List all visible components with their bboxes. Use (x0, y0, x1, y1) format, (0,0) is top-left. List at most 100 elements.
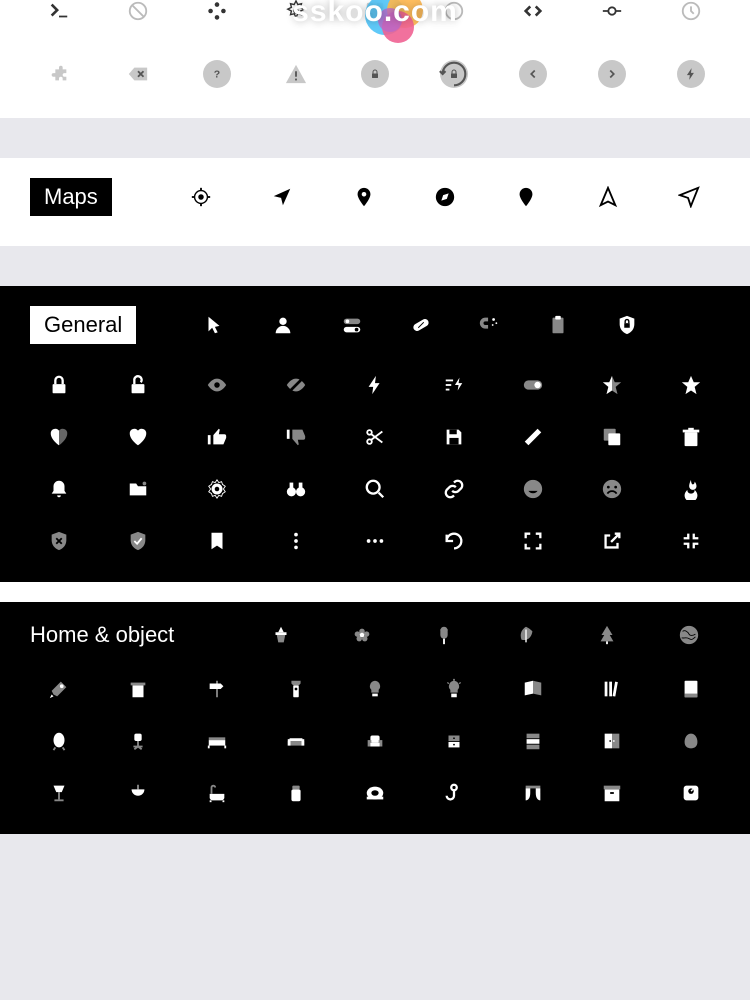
dots-diamond-icon (206, 0, 228, 22)
extension-icon (48, 63, 70, 85)
lightbulb-on-icon (443, 678, 465, 700)
tulip-icon (433, 624, 455, 646)
near-me-icon (271, 186, 293, 208)
dresser-icon (522, 730, 544, 752)
fire-icon (680, 478, 702, 500)
chevron-left-icon (519, 60, 547, 88)
ceiling-lamp-icon (127, 782, 149, 804)
rocket-icon (48, 678, 70, 700)
eye-off-icon (285, 374, 307, 396)
gear-icon (206, 478, 228, 500)
slider-node-icon (601, 0, 623, 22)
unlock-icon (127, 374, 149, 396)
office-chair-icon (127, 730, 149, 752)
save-icon (443, 426, 465, 448)
history-icon (680, 0, 702, 22)
armchair-icon (364, 730, 386, 752)
user-icon (272, 314, 294, 336)
warning-icon (285, 63, 307, 85)
bookmark-icon (206, 530, 228, 552)
signpost-icon (206, 678, 228, 700)
cabinet-small-icon (443, 730, 465, 752)
book-icon (680, 678, 702, 700)
backspace-icon (127, 63, 149, 85)
shield-x-icon (48, 530, 70, 552)
jar-icon (285, 782, 307, 804)
lock-circle-icon (361, 60, 389, 88)
toggle-on-icon (522, 374, 544, 396)
minimize-icon (680, 530, 702, 552)
home-label: Home & object (30, 622, 174, 648)
leaf-icon (515, 624, 537, 646)
copy-icon (601, 426, 623, 448)
pin-solid-icon (515, 186, 537, 208)
shield-check-icon (127, 530, 149, 552)
flash-list-icon (443, 374, 465, 396)
external-link-icon (601, 530, 623, 552)
flash-circle-icon (677, 60, 705, 88)
curtain-icon (522, 782, 544, 804)
scale-icon (680, 782, 702, 804)
link-icon (443, 478, 465, 500)
pill-icon (410, 314, 432, 336)
help-icon: ? (203, 60, 231, 88)
lock-icon (48, 374, 70, 396)
blob-shape-icon (680, 730, 702, 752)
block-circle-icon (127, 0, 149, 22)
bathtub-icon (206, 782, 228, 804)
sofa-icon (285, 730, 307, 752)
bell-icon (48, 478, 70, 500)
maps-label: Maps (30, 178, 112, 216)
flash-icon (364, 374, 386, 396)
open-book-icon (522, 678, 544, 700)
code-icon (522, 0, 544, 22)
maximize-icon (522, 530, 544, 552)
star-icon (680, 374, 702, 396)
flashlight-icon (285, 678, 307, 700)
binoculars-icon (285, 478, 307, 500)
lamp-icon (48, 782, 70, 804)
edit-icon (522, 426, 544, 448)
toggles-icon (341, 314, 363, 336)
general-label: General (30, 306, 136, 344)
watermark-text: sskoo.com (292, 0, 458, 29)
egg-chair-icon (48, 730, 70, 752)
tape-icon (364, 782, 386, 804)
bed-icon (206, 730, 228, 752)
more-vertical-icon (285, 530, 307, 552)
svg-text:?: ? (214, 69, 220, 81)
heart-icon (127, 426, 149, 448)
folder-icon (127, 478, 149, 500)
heart-half-icon (48, 426, 70, 448)
eye-icon (206, 374, 228, 396)
compass-icon (434, 186, 456, 208)
navigation-outline-icon (597, 186, 619, 208)
scissors-icon (364, 426, 386, 448)
door-icon (601, 730, 623, 752)
send-icon (678, 186, 700, 208)
refresh-icon (443, 530, 465, 552)
hook-icon (443, 782, 465, 804)
thumbs-up-icon (206, 426, 228, 448)
flower-icon (351, 624, 373, 646)
rotate-lock-icon (440, 60, 468, 88)
thumbs-down-icon (285, 426, 307, 448)
library-icon (601, 678, 623, 700)
more-horizontal-icon (364, 530, 386, 552)
search-icon (364, 478, 386, 500)
lightbulb-icon (364, 678, 386, 700)
plant-pot-icon (270, 624, 292, 646)
trash-icon (680, 426, 702, 448)
globe-icon (678, 624, 700, 646)
pin-icon (353, 186, 375, 208)
cursor-icon (203, 314, 225, 336)
shield-lock-icon (616, 314, 638, 336)
terminal-icon (48, 0, 70, 22)
smile-icon (522, 478, 544, 500)
tree-icon (596, 624, 618, 646)
clipboard-icon (547, 314, 569, 336)
archive-icon (601, 782, 623, 804)
chevron-right-icon (598, 60, 626, 88)
trash-bin-icon (127, 678, 149, 700)
crosshair-icon (190, 186, 212, 208)
